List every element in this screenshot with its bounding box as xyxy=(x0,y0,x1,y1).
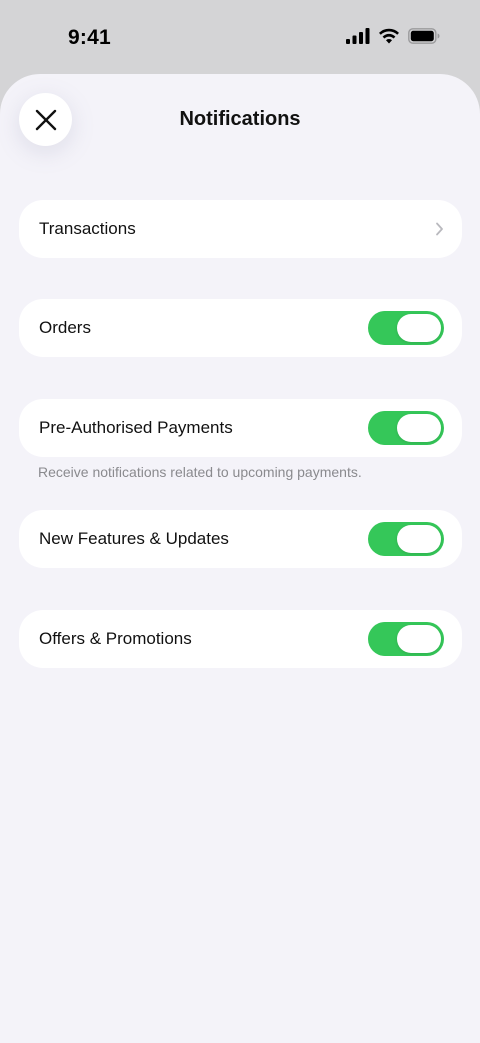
row-label: Transactions xyxy=(39,219,136,238)
pre-authorised-payments-toggle[interactable] xyxy=(368,411,444,445)
row-transactions[interactable]: Transactions xyxy=(19,200,462,258)
toggle-knob xyxy=(397,525,441,553)
row-label: Pre-Authorised Payments xyxy=(39,418,233,437)
cellular-signal-icon xyxy=(346,28,370,44)
row-label: Offers & Promotions xyxy=(39,629,192,648)
pre-authorised-caption: Receive notifications related to upcomin… xyxy=(38,464,362,480)
chevron-right-icon xyxy=(435,222,444,236)
row-offers-promotions: Offers & Promotions xyxy=(19,610,462,668)
row-label: Orders xyxy=(39,318,91,337)
page-title: Notifications xyxy=(179,108,301,130)
battery-icon xyxy=(408,28,440,44)
row-pre-authorised-payments: Pre-Authorised Payments xyxy=(19,399,462,457)
status-bar: 9:41 xyxy=(0,0,480,76)
offers-promotions-toggle[interactable] xyxy=(368,622,444,656)
notifications-sheet: Notifications Transactions Orders Pre-Au… xyxy=(0,74,480,1043)
orders-toggle[interactable] xyxy=(368,311,444,345)
new-features-toggle[interactable] xyxy=(368,522,444,556)
toggle-knob xyxy=(397,625,441,653)
toggle-knob xyxy=(397,314,441,342)
row-label: New Features & Updates xyxy=(39,529,229,548)
row-new-features-updates: New Features & Updates xyxy=(19,510,462,568)
toggle-knob xyxy=(397,414,441,442)
wifi-icon xyxy=(379,28,399,44)
status-time: 9:41 xyxy=(68,26,111,49)
status-icons xyxy=(346,28,440,44)
row-orders: Orders xyxy=(19,299,462,357)
